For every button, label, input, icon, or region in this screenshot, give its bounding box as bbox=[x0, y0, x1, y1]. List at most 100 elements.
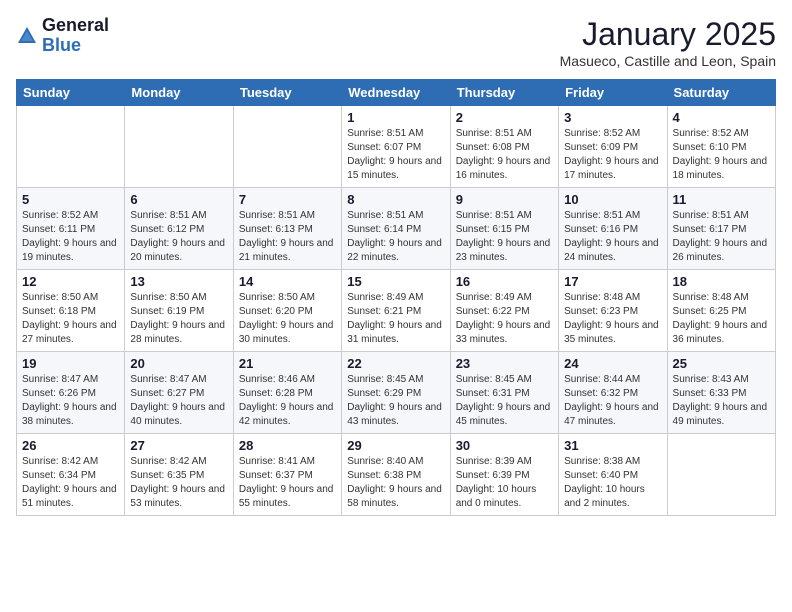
calendar-cell: 30 Sunrise: 8:39 AM Sunset: 6:39 PM Dayli… bbox=[450, 434, 558, 516]
day-info: Sunrise: 8:52 AM Sunset: 6:10 PM Dayligh… bbox=[673, 127, 770, 183]
calendar-cell: 8 Sunrise: 8:51 AM Sunset: 6:14 PM Daylig… bbox=[342, 188, 450, 270]
day-number: 18 bbox=[673, 274, 770, 289]
day-number: 24 bbox=[564, 356, 661, 371]
day-info: Sunrise: 8:46 AM Sunset: 6:28 PM Dayligh… bbox=[239, 373, 336, 429]
calendar-cell: 27 Sunrise: 8:42 AM Sunset: 6:35 PM Dayli… bbox=[125, 434, 233, 516]
day-info: Sunrise: 8:52 AM Sunset: 6:11 PM Dayligh… bbox=[22, 209, 119, 265]
day-info: Sunrise: 8:50 AM Sunset: 6:20 PM Dayligh… bbox=[239, 291, 336, 347]
day-info: Sunrise: 8:47 AM Sunset: 6:26 PM Dayligh… bbox=[22, 373, 119, 429]
logo: General Blue bbox=[16, 16, 109, 56]
day-number: 8 bbox=[347, 192, 444, 207]
day-number: 26 bbox=[22, 438, 119, 453]
calendar-cell: 5 Sunrise: 8:52 AM Sunset: 6:11 PM Daylig… bbox=[17, 188, 125, 270]
calendar-cell: 14Sunrise: 8:50 AM Sunset: 6:20 PM Dayli… bbox=[233, 270, 341, 352]
day-number: 15 bbox=[347, 274, 444, 289]
day-info: Sunrise: 8:39 AM Sunset: 6:39 PM Dayligh… bbox=[456, 455, 553, 511]
day-number: 13 bbox=[130, 274, 227, 289]
day-info: Sunrise: 8:51 AM Sunset: 6:08 PM Dayligh… bbox=[456, 127, 553, 183]
day-number: 5 bbox=[22, 192, 119, 207]
header: General Blue January 2025 Masueco, Casti… bbox=[16, 16, 776, 69]
day-number: 21 bbox=[239, 356, 336, 371]
day-number: 16 bbox=[456, 274, 553, 289]
day-info: Sunrise: 8:48 AM Sunset: 6:25 PM Dayligh… bbox=[673, 291, 770, 347]
day-info: Sunrise: 8:49 AM Sunset: 6:22 PM Dayligh… bbox=[456, 291, 553, 347]
calendar-cell: 17 Sunrise: 8:48 AM Sunset: 6:23 PM Dayli… bbox=[559, 270, 667, 352]
day-number: 4 bbox=[673, 110, 770, 125]
day-info: Sunrise: 8:51 AM Sunset: 6:07 PM Dayligh… bbox=[347, 127, 444, 183]
day-number: 6 bbox=[130, 192, 227, 207]
calendar-cell: 10 Sunrise: 8:51 AM Sunset: 6:16 PM Dayli… bbox=[559, 188, 667, 270]
weekday-header-monday: Monday bbox=[125, 80, 233, 106]
day-info: Sunrise: 8:51 AM Sunset: 6:14 PM Dayligh… bbox=[347, 209, 444, 265]
calendar-cell: 6 Sunrise: 8:51 AM Sunset: 6:12 PM Daylig… bbox=[125, 188, 233, 270]
calendar-week-row: 5 Sunrise: 8:52 AM Sunset: 6:11 PM Daylig… bbox=[17, 188, 776, 270]
logo-icon bbox=[16, 25, 38, 47]
day-info: Sunrise: 8:41 AM Sunset: 6:37 PM Dayligh… bbox=[239, 455, 336, 511]
day-number: 2 bbox=[456, 110, 553, 125]
day-info: Sunrise: 8:52 AM Sunset: 6:09 PM Dayligh… bbox=[564, 127, 661, 183]
day-number: 11 bbox=[673, 192, 770, 207]
day-number: 10 bbox=[564, 192, 661, 207]
calendar-cell: 16 Sunrise: 8:49 AM Sunset: 6:22 PM Dayli… bbox=[450, 270, 558, 352]
location-subtitle: Masueco, Castille and Leon, Spain bbox=[560, 53, 776, 69]
weekday-header-wednesday: Wednesday bbox=[342, 80, 450, 106]
calendar-cell: 23 Sunrise: 8:45 AM Sunset: 6:31 PM Dayli… bbox=[450, 352, 558, 434]
day-number: 3 bbox=[564, 110, 661, 125]
calendar-week-row: 26 Sunrise: 8:42 AM Sunset: 6:34 PM Dayli… bbox=[17, 434, 776, 516]
day-info: Sunrise: 8:42 AM Sunset: 6:34 PM Dayligh… bbox=[22, 455, 119, 511]
day-info: Sunrise: 8:43 AM Sunset: 6:33 PM Dayligh… bbox=[673, 373, 770, 429]
calendar-cell bbox=[667, 434, 775, 516]
calendar-cell: 3 Sunrise: 8:52 AM Sunset: 6:09 PM Daylig… bbox=[559, 106, 667, 188]
day-info: Sunrise: 8:51 AM Sunset: 6:16 PM Dayligh… bbox=[564, 209, 661, 265]
day-number: 1 bbox=[347, 110, 444, 125]
day-number: 20 bbox=[130, 356, 227, 371]
calendar-cell: 7 Sunrise: 8:51 AM Sunset: 6:13 PM Daylig… bbox=[233, 188, 341, 270]
calendar-cell: 21 Sunrise: 8:46 AM Sunset: 6:28 PM Dayli… bbox=[233, 352, 341, 434]
day-info: Sunrise: 8:51 AM Sunset: 6:12 PM Dayligh… bbox=[130, 209, 227, 265]
calendar-cell: 26 Sunrise: 8:42 AM Sunset: 6:34 PM Dayli… bbox=[17, 434, 125, 516]
day-number: 30 bbox=[456, 438, 553, 453]
calendar-cell: 28 Sunrise: 8:41 AM Sunset: 6:37 PM Dayli… bbox=[233, 434, 341, 516]
day-number: 9 bbox=[456, 192, 553, 207]
day-info: Sunrise: 8:44 AM Sunset: 6:32 PM Dayligh… bbox=[564, 373, 661, 429]
calendar-cell: 25 Sunrise: 8:43 AM Sunset: 6:33 PM Dayli… bbox=[667, 352, 775, 434]
day-info: Sunrise: 8:42 AM Sunset: 6:35 PM Dayligh… bbox=[130, 455, 227, 511]
weekday-header-sunday: Sunday bbox=[17, 80, 125, 106]
day-info: Sunrise: 8:45 AM Sunset: 6:29 PM Dayligh… bbox=[347, 373, 444, 429]
calendar-cell: 9Sunrise: 8:51 AM Sunset: 6:15 PM Daylig… bbox=[450, 188, 558, 270]
day-number: 17 bbox=[564, 274, 661, 289]
day-info: Sunrise: 8:48 AM Sunset: 6:23 PM Dayligh… bbox=[564, 291, 661, 347]
calendar-cell bbox=[17, 106, 125, 188]
weekday-header-saturday: Saturday bbox=[667, 80, 775, 106]
day-info: Sunrise: 8:51 AM Sunset: 6:13 PM Dayligh… bbox=[239, 209, 336, 265]
calendar-cell: 13Sunrise: 8:50 AM Sunset: 6:19 PM Dayli… bbox=[125, 270, 233, 352]
calendar-cell: 2 Sunrise: 8:51 AM Sunset: 6:08 PM Daylig… bbox=[450, 106, 558, 188]
day-number: 25 bbox=[673, 356, 770, 371]
day-number: 23 bbox=[456, 356, 553, 371]
logo-general: General bbox=[42, 16, 109, 36]
calendar-cell bbox=[233, 106, 341, 188]
day-number: 19 bbox=[22, 356, 119, 371]
calendar-week-row: 1 Sunrise: 8:51 AM Sunset: 6:07 PM Daylig… bbox=[17, 106, 776, 188]
day-info: Sunrise: 8:40 AM Sunset: 6:38 PM Dayligh… bbox=[347, 455, 444, 511]
calendar-week-row: 19 Sunrise: 8:47 AM Sunset: 6:26 PM Dayli… bbox=[17, 352, 776, 434]
day-number: 28 bbox=[239, 438, 336, 453]
logo-text: General Blue bbox=[42, 16, 109, 56]
page-container: General Blue January 2025 Masueco, Casti… bbox=[0, 0, 792, 526]
calendar-cell: 22 Sunrise: 8:45 AM Sunset: 6:29 PM Dayli… bbox=[342, 352, 450, 434]
calendar-cell: 18 Sunrise: 8:48 AM Sunset: 6:25 PM Dayli… bbox=[667, 270, 775, 352]
weekday-header-thursday: Thursday bbox=[450, 80, 558, 106]
day-info: Sunrise: 8:50 AM Sunset: 6:18 PM Dayligh… bbox=[22, 291, 119, 347]
day-info: Sunrise: 8:49 AM Sunset: 6:21 PM Dayligh… bbox=[347, 291, 444, 347]
calendar-cell: 29Sunrise: 8:40 AM Sunset: 6:38 PM Dayli… bbox=[342, 434, 450, 516]
day-info: Sunrise: 8:38 AM Sunset: 6:40 PM Dayligh… bbox=[564, 455, 661, 511]
calendar-cell: 20Sunrise: 8:47 AM Sunset: 6:27 PM Dayli… bbox=[125, 352, 233, 434]
day-number: 27 bbox=[130, 438, 227, 453]
day-number: 7 bbox=[239, 192, 336, 207]
calendar-week-row: 12Sunrise: 8:50 AM Sunset: 6:18 PM Dayli… bbox=[17, 270, 776, 352]
day-number: 22 bbox=[347, 356, 444, 371]
day-info: Sunrise: 8:45 AM Sunset: 6:31 PM Dayligh… bbox=[456, 373, 553, 429]
weekday-header-tuesday: Tuesday bbox=[233, 80, 341, 106]
month-title: January 2025 bbox=[560, 16, 776, 53]
calendar-header: SundayMondayTuesdayWednesdayThursdayFrid… bbox=[17, 80, 776, 106]
